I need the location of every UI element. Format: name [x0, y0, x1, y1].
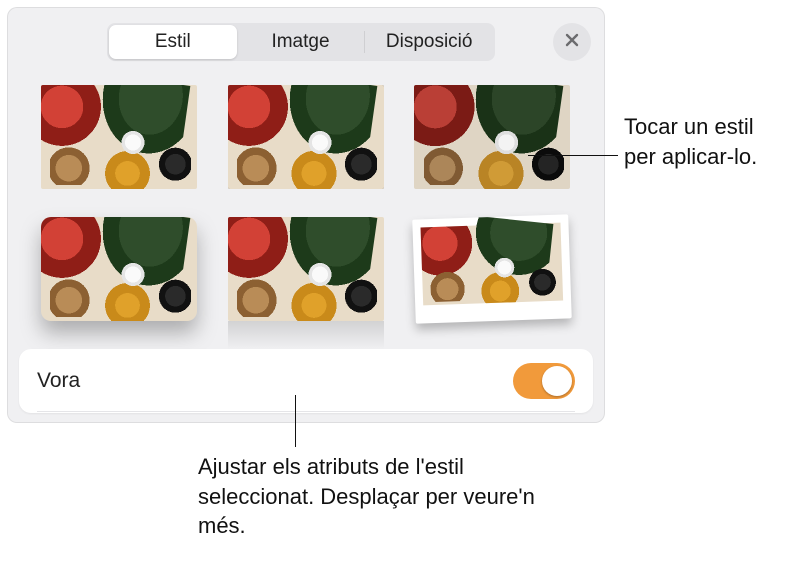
- tab-label: Imatge: [271, 31, 329, 53]
- close-button[interactable]: [553, 23, 591, 61]
- format-panel: Estil Imatge Disposició: [7, 7, 605, 423]
- border-toggle[interactable]: [513, 363, 575, 399]
- callout-bottom: Ajustar els atributs de l'estil seleccio…: [198, 452, 578, 541]
- callout-leader: [528, 155, 618, 156]
- style-thumb-polaroid[interactable]: [414, 217, 570, 321]
- tab-label: Estil: [155, 31, 191, 53]
- tab-bar: Estil Imatge Disposició: [107, 23, 495, 61]
- toggle-knob: [542, 366, 572, 396]
- tab-image[interactable]: Imatge: [237, 25, 365, 59]
- tab-label: Disposició: [386, 31, 473, 53]
- style-thumb-plain[interactable]: [41, 85, 197, 189]
- style-thumb-rounded-shadow[interactable]: [41, 217, 197, 321]
- tab-style[interactable]: Estil: [109, 25, 237, 59]
- callout-top-right: Tocar un estil per aplicar-lo.: [624, 112, 779, 171]
- callout-leader: [295, 395, 296, 447]
- close-icon: [564, 32, 580, 53]
- row-divider: [37, 411, 575, 412]
- style-thumb-reflection[interactable]: [228, 217, 384, 321]
- style-thumb-desaturated[interactable]: [414, 85, 570, 189]
- border-label: Vora: [37, 369, 80, 393]
- style-thumb-black-border[interactable]: [228, 85, 384, 189]
- tab-layout[interactable]: Disposició: [365, 25, 493, 59]
- styles-grid: [41, 85, 571, 321]
- border-row[interactable]: Vora: [19, 349, 593, 413]
